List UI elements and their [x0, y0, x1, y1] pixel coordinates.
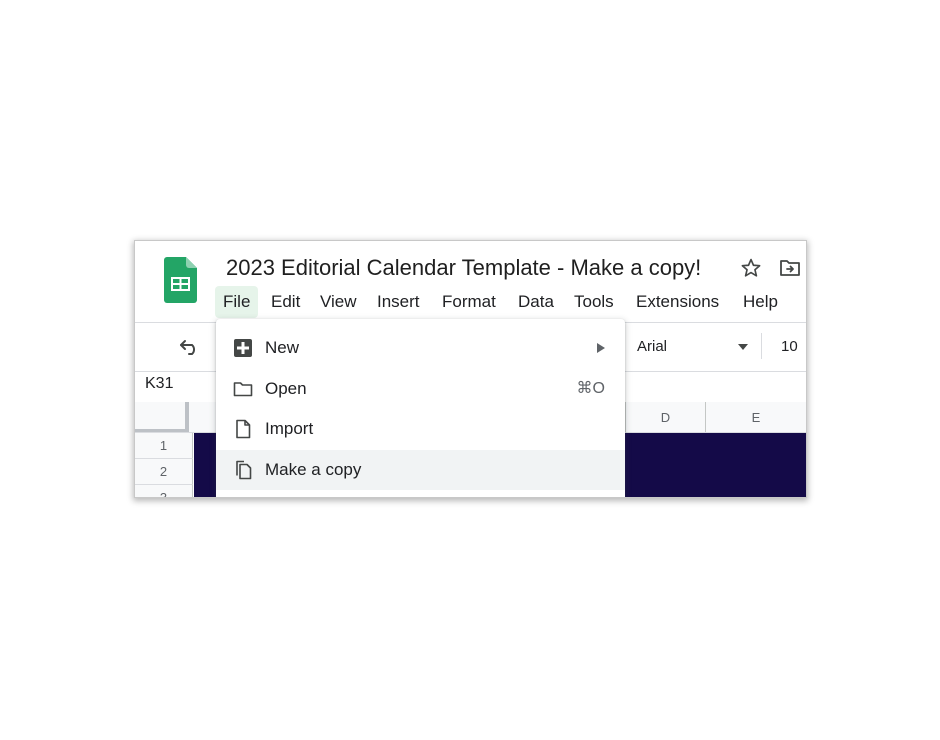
file-menu-open[interactable]: Open ⌘O	[216, 369, 625, 410]
document-icon	[236, 419, 251, 439]
menu-tools[interactable]: Tools	[566, 286, 622, 318]
menu-insert[interactable]: Insert	[369, 286, 428, 318]
name-box[interactable]: K31	[145, 375, 173, 393]
file-menu-dropdown: New Open ⌘O Import Make a copy	[216, 319, 625, 497]
menu-file[interactable]: File	[215, 286, 259, 318]
row-header-2[interactable]: 2	[135, 459, 193, 485]
file-menu-make-a-copy[interactable]: Make a copy	[216, 449, 625, 490]
column-header-e[interactable]: E	[705, 402, 806, 433]
star-icon[interactable]	[740, 257, 762, 279]
document-title[interactable]: 2023 Editorial Calendar Template - Make …	[226, 255, 701, 281]
open-shortcut: ⌘O	[576, 379, 605, 397]
font-size-field[interactable]: 10	[781, 335, 798, 359]
file-menu-import-label: Import	[265, 419, 314, 438]
move-to-folder-icon[interactable]	[779, 258, 801, 278]
menu-format[interactable]: Format	[434, 286, 504, 318]
menu-view[interactable]: View	[312, 286, 365, 318]
file-menu-import[interactable]: Import	[216, 409, 625, 450]
select-all-corner[interactable]	[135, 402, 189, 433]
file-menu-open-label: Open	[265, 378, 307, 398]
menu-help[interactable]: Help	[735, 286, 786, 318]
column-header-d[interactable]: D	[625, 402, 705, 433]
submenu-arrow-icon	[597, 343, 605, 353]
copy-icon	[236, 460, 252, 479]
menu-data[interactable]: Data	[510, 286, 562, 318]
new-spreadsheet-icon	[234, 339, 252, 357]
undo-icon[interactable]	[179, 339, 201, 355]
file-menu-new-label: New	[265, 338, 300, 357]
menu-extensions[interactable]: Extensions	[628, 286, 727, 318]
sheets-window: 2023 Editorial Calendar Template - Make …	[135, 241, 806, 497]
toolbar-separator	[761, 333, 762, 359]
menu-edit[interactable]: Edit	[263, 286, 308, 318]
sheets-logo-icon[interactable]	[164, 257, 197, 303]
row-header-3[interactable]: 3	[135, 485, 193, 497]
row-header-1[interactable]: 1	[135, 433, 193, 459]
caret-down-icon[interactable]	[738, 344, 748, 350]
file-menu-make-a-copy-label: Make a copy	[265, 459, 362, 479]
file-menu-new[interactable]: New	[216, 328, 625, 369]
folder-icon	[233, 381, 253, 396]
